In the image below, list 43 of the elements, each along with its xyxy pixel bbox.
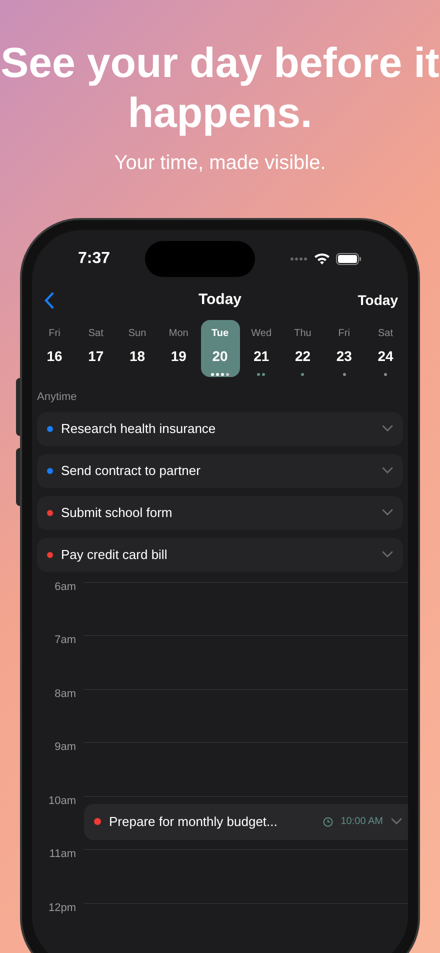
chevron-down-icon bbox=[382, 425, 393, 432]
task-title: Send contract to partner bbox=[61, 462, 202, 480]
task-row[interactable]: Send contract to partner bbox=[37, 454, 403, 488]
hour-label: 10am bbox=[47, 794, 76, 808]
day-tab[interactable]: Wed 21 bbox=[242, 320, 281, 377]
hour-label: 11am bbox=[48, 847, 76, 862]
task-row[interactable]: Pay credit card bill bbox=[37, 538, 403, 572]
hour-label: 9am bbox=[54, 740, 76, 755]
clock-icon bbox=[322, 816, 333, 826]
hour-label: 7am bbox=[54, 633, 76, 648]
section-label: Anytime bbox=[37, 390, 78, 405]
task-title: Submit school form bbox=[61, 504, 174, 522]
hour-label: 12pm bbox=[47, 900, 76, 916]
hour-label: 8am bbox=[54, 686, 76, 702]
task-title: Research health insurance bbox=[61, 420, 217, 438]
hour-label: 6am bbox=[54, 580, 76, 594]
day-tab[interactable]: Fri 23 bbox=[324, 320, 364, 377]
day-tab[interactable]: Thu 22 bbox=[283, 320, 322, 377]
nav-title: Today bbox=[198, 290, 242, 310]
day-tab[interactable]: Sun 18 bbox=[118, 320, 157, 377]
task-row[interactable]: Submit school form bbox=[37, 496, 403, 530]
wifi-icon bbox=[314, 253, 330, 265]
chevron-down-icon bbox=[382, 467, 393, 474]
chevron-down-icon bbox=[391, 818, 402, 825]
day-tab[interactable]: Tue 20 bbox=[200, 320, 240, 377]
status-time: 7:37 bbox=[78, 249, 110, 269]
back-icon[interactable] bbox=[44, 292, 54, 308]
event-title: Prepare for monthly budget... bbox=[109, 812, 278, 831]
day-tab[interactable]: Sat 24 bbox=[366, 320, 405, 377]
task-row[interactable]: Research health insurance bbox=[37, 412, 403, 446]
day-tab[interactable]: Fri 16 bbox=[35, 320, 74, 377]
day-tab[interactable]: Sat 17 bbox=[76, 320, 116, 377]
day-tab[interactable]: Mon 19 bbox=[159, 320, 198, 377]
chevron-down-icon bbox=[382, 509, 393, 516]
event-card[interactable]: Prepare for monthly budget... 10:00 AM bbox=[84, 804, 408, 840]
event-time: 10:00 AM bbox=[340, 815, 383, 829]
chevron-down-icon bbox=[382, 551, 393, 558]
task-title: Pay credit card bill bbox=[61, 546, 168, 564]
battery-icon bbox=[336, 253, 362, 265]
headline: See your day before it happens. bbox=[0, 38, 440, 138]
today-button[interactable]: Today bbox=[358, 290, 398, 310]
signal-icon bbox=[290, 257, 308, 261]
subtitle: Your time, made visible. bbox=[114, 151, 326, 176]
